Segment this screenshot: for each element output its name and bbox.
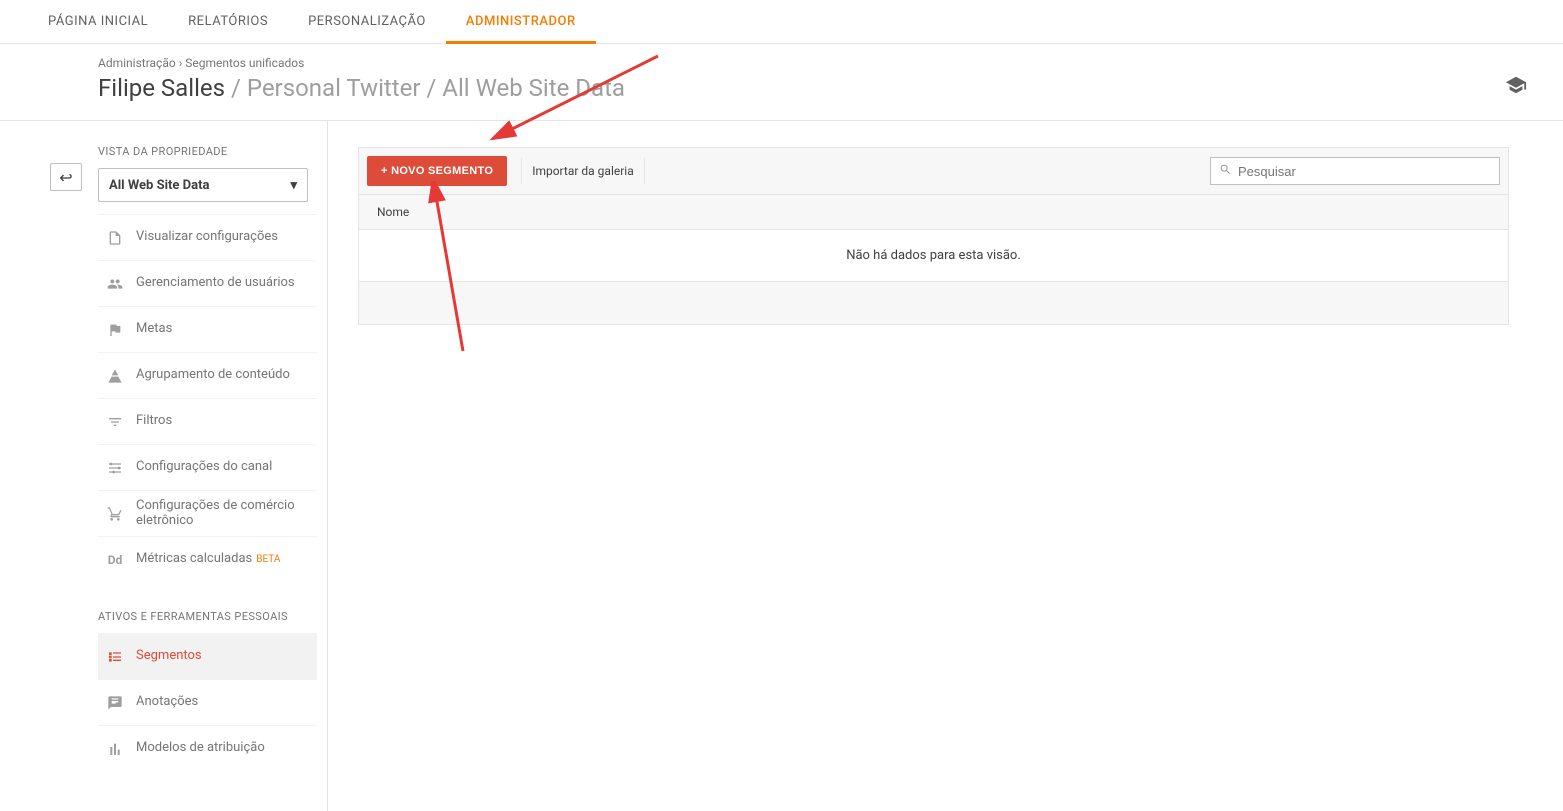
cart-icon (104, 506, 126, 522)
channel-icon (104, 460, 126, 476)
sidebar-item-content-grouping[interactable]: Agrupamento de conteúdo (98, 352, 317, 398)
sidebar-item-calc-metrics[interactable]: Dd Métricas calculadasBETA (98, 536, 317, 582)
search-box[interactable] (1210, 157, 1500, 185)
table-header-name[interactable]: Nome (359, 195, 1508, 230)
left-gutter: ↩ (0, 121, 82, 811)
page-header: Administração › Segmentos unificados Fil… (0, 44, 1563, 121)
tab-home[interactable]: PÁGINA INICIAL (28, 0, 168, 44)
sidebar-item-label: Filtros (136, 414, 317, 429)
segments-table: Nome Não há dados para esta visão. (358, 195, 1509, 325)
sidebar-item-label: Metas (136, 322, 317, 337)
sidebar-item-label: Visualizar configurações (136, 230, 317, 245)
sidebar-item-label: Segmentos (136, 649, 317, 664)
sidebar-item-label: Gerenciamento de usuários (136, 276, 317, 291)
sidebar-item-goals[interactable]: Metas (98, 306, 317, 352)
sidebar-section-title: VISTA DA PROPRIEDADE (98, 145, 317, 158)
page-title: Filipe Salles / Personal Twitter / All W… (98, 74, 1563, 102)
new-segment-button[interactable]: + NOVO SEGMENTO (367, 156, 507, 186)
tab-customization[interactable]: PERSONALIZAÇÃO (288, 0, 446, 44)
breadcrumb-sep: › (179, 56, 183, 70)
back-button[interactable]: ↩ (50, 163, 82, 191)
breadcrumb: Administração › Segmentos unificados (98, 56, 1563, 70)
import-gallery-link[interactable]: Importar da galeria (521, 158, 645, 184)
back-arrow-icon: ↩ (59, 168, 72, 187)
dd-icon: Dd (104, 553, 126, 567)
attribution-icon (104, 741, 126, 757)
graduation-cap-icon[interactable] (1505, 74, 1527, 100)
file-icon (104, 230, 126, 246)
sidebar-item-segments[interactable]: Segmentos (98, 633, 317, 679)
breadcrumb-root[interactable]: Administração (98, 56, 176, 70)
sidebar-item-label: Configurações de comércio eletrônico (136, 499, 317, 529)
sidebar-tools-header: ATIVOS E FERRAMENTAS PESSOAIS (98, 610, 317, 623)
search-icon (1219, 163, 1232, 180)
sidebar-item-annotations[interactable]: Anotações (98, 679, 317, 725)
sidebar-item-label: Agrupamento de conteúdo (136, 368, 317, 383)
view-path: / Personal Twitter / All Web Site Data (231, 74, 625, 102)
sidebar-item-user-mgmt[interactable]: Gerenciamento de usuários (98, 260, 317, 306)
sidebar-item-channel-settings[interactable]: Configurações do canal (98, 444, 317, 490)
segments-icon (104, 649, 126, 665)
view-selector[interactable]: All Web Site Data ▾ (98, 168, 308, 202)
note-icon (104, 695, 126, 711)
group-icon (104, 368, 126, 384)
tab-reports[interactable]: RELATÓRIOS (168, 0, 288, 44)
flag-icon (104, 322, 126, 338)
funnel-icon (104, 414, 126, 430)
sidebar-item-attribution[interactable]: Modelos de atribuição (98, 725, 317, 771)
search-input[interactable] (1238, 164, 1491, 179)
users-icon (104, 276, 126, 292)
sidebar-item-label: Configurações do canal (136, 460, 317, 475)
tab-admin[interactable]: ADMINISTRADOR (446, 0, 596, 44)
top-nav: PÁGINA INICIAL RELATÓRIOS PERSONALIZAÇÃO… (0, 0, 1563, 44)
main-content: + NOVO SEGMENTO Importar da galeria Nome… (328, 121, 1563, 811)
sidebar-item-label: Métricas calculadasBETA (136, 552, 317, 567)
sidebar-item-view-settings[interactable]: Visualizar configurações (98, 214, 317, 260)
sidebar-item-label: Anotações (136, 695, 317, 710)
breadcrumb-current: Segmentos unificados (185, 56, 304, 70)
sidebar-item-label: Modelos de atribuição (136, 741, 317, 756)
table-empty-message: Não há dados para esta visão. (359, 230, 1508, 282)
account-name[interactable]: Filipe Salles (98, 74, 225, 102)
view-selector-label: All Web Site Data (109, 178, 209, 193)
sidebar: VISTA DA PROPRIEDADE All Web Site Data ▾… (82, 121, 328, 811)
table-footer (359, 282, 1508, 324)
sidebar-item-filters[interactable]: Filtros (98, 398, 317, 444)
chevron-down-icon: ▾ (290, 178, 297, 193)
sidebar-item-ecommerce[interactable]: Configurações de comércio eletrônico (98, 490, 317, 536)
toolbar: + NOVO SEGMENTO Importar da galeria (358, 147, 1509, 195)
beta-badge: BETA (256, 554, 280, 565)
